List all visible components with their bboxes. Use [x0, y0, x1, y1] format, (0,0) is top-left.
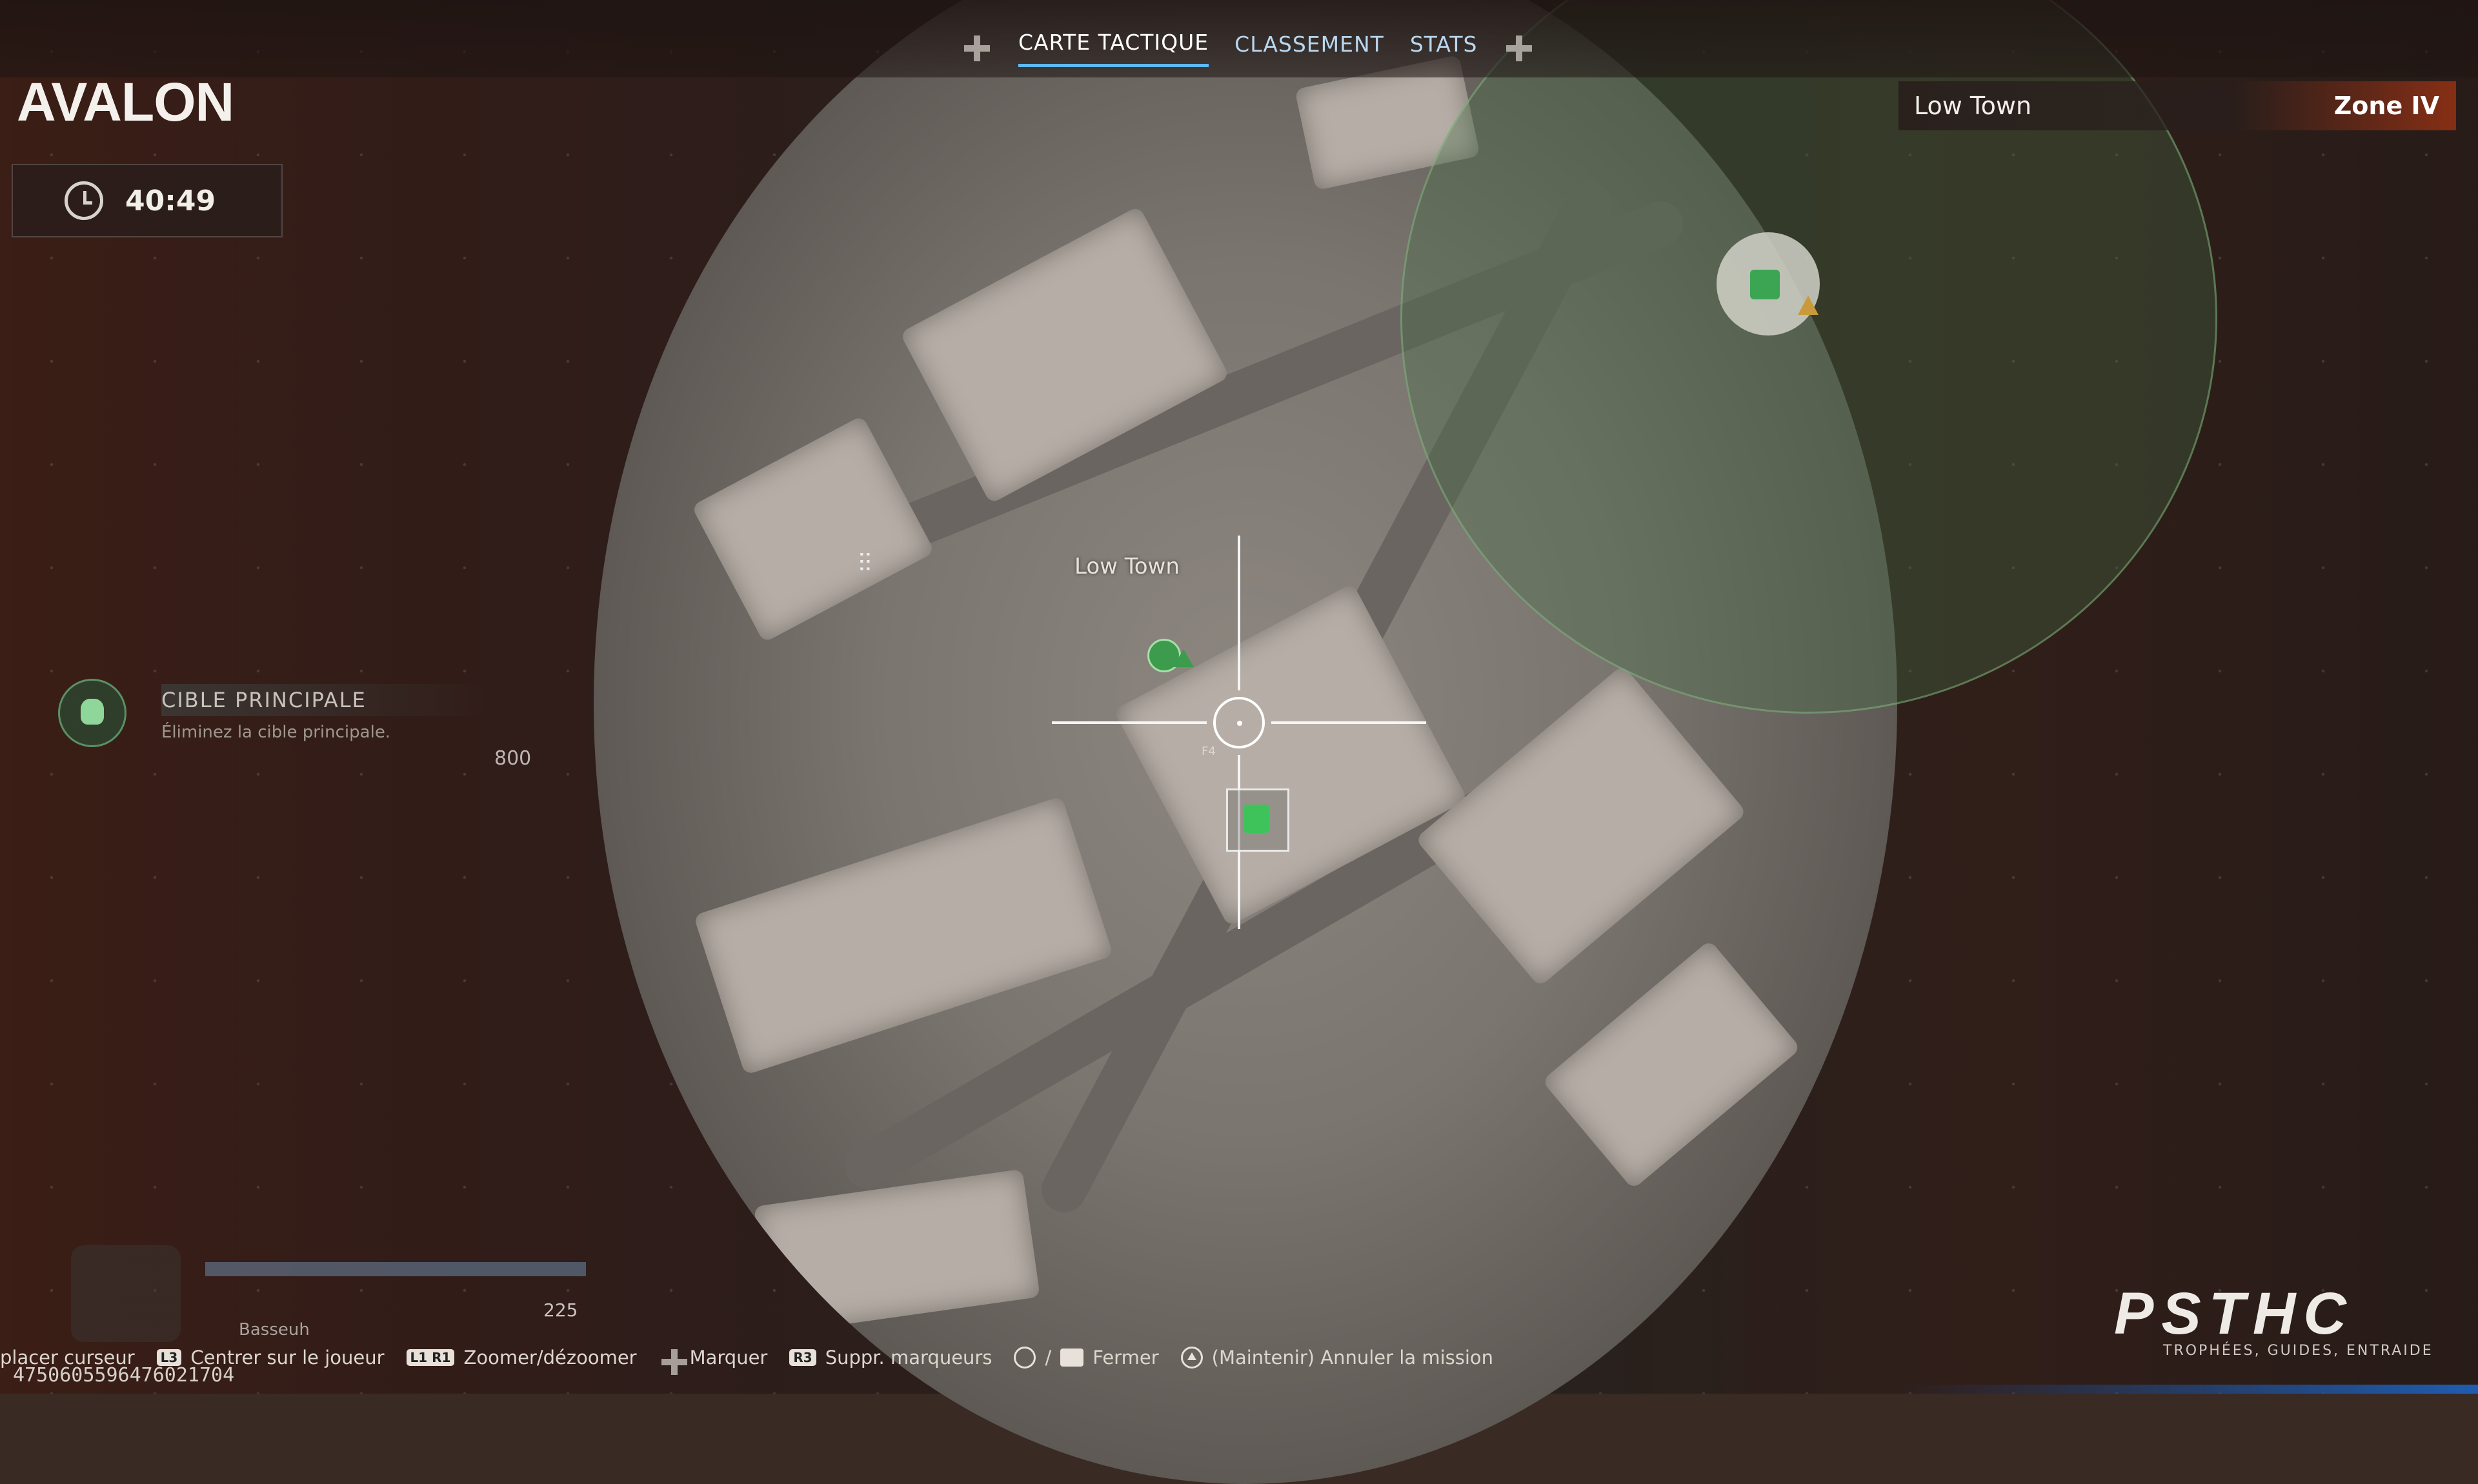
objective-title: CIBLE PRINCIPALE: [161, 684, 497, 716]
ammo-count: 225: [543, 1299, 578, 1321]
mission-timer: 40:49: [12, 164, 283, 237]
map-building: [691, 415, 935, 643]
control-zoom: L1 R1 Zoomer/dézoomer: [406, 1347, 637, 1369]
watermark-logo: PSTHC: [2114, 1281, 2354, 1347]
objective-description: Éliminez la cible principale.: [161, 723, 391, 742]
control-mark: Marquer: [659, 1347, 768, 1375]
map-area-label: Low Town: [1074, 554, 1180, 579]
dpad-icon: [659, 1347, 687, 1375]
watermark: PSTHC TROPHÉES, GUIDES, ENTRAIDE: [2114, 1280, 2433, 1359]
location-area: Low Town: [1914, 92, 2032, 120]
l1-r1-button-icon: L1 R1: [406, 1349, 455, 1366]
player-portrait: [71, 1245, 181, 1342]
crosshair-line: [1052, 721, 1207, 724]
crosshair-line: [1238, 536, 1240, 690]
objective-marker-icon[interactable]: [1226, 788, 1289, 852]
alert-marker-icon[interactable]: [1798, 296, 1818, 315]
dpad-left-icon: [962, 33, 992, 64]
bottom-accent-strip: [1897, 1385, 2478, 1394]
circle-button-icon: [1014, 1347, 1036, 1369]
clock-icon: [65, 181, 103, 220]
objective-points: 800: [494, 747, 532, 770]
tab-bar: CARTE TACTIQUE CLASSEMENT STATS: [962, 30, 1535, 67]
control-separator: /: [1045, 1347, 1052, 1369]
map-building: [1415, 665, 1748, 987]
location-badge: Low Town Zone IV: [1899, 81, 2456, 130]
map-building: [754, 1168, 1040, 1335]
timer-value: 40:49: [125, 184, 216, 217]
tab-classement[interactable]: CLASSEMENT: [1234, 32, 1384, 66]
map-building: [693, 796, 1114, 1076]
grid-label: F4: [1202, 745, 1216, 758]
player-direction-icon: [1173, 649, 1194, 667]
crosshair-icon[interactable]: [1213, 697, 1265, 748]
control-close: / Fermer: [1014, 1347, 1159, 1369]
touchpad-icon: [1060, 1349, 1084, 1367]
ammo-icon[interactable]: ⫶⫶: [858, 548, 871, 578]
location-zone: Zone IV: [2333, 92, 2439, 120]
watermark-tagline: TROPHÉES, GUIDES, ENTRAIDE: [2163, 1343, 2433, 1359]
map-building: [900, 205, 1230, 505]
control-label: Fermer: [1093, 1347, 1159, 1369]
control-clear-markers: R3 Suppr. marqueurs: [789, 1347, 992, 1369]
tab-carte-tactique[interactable]: CARTE TACTIQUE: [1018, 30, 1209, 67]
triangle-button-icon: [1180, 1347, 1203, 1369]
player-name: Basseuh: [239, 1320, 310, 1339]
dpad-right-icon: [1504, 33, 1535, 64]
tab-stats[interactable]: STATS: [1410, 32, 1478, 66]
skull-marker-icon[interactable]: [1750, 270, 1780, 299]
mission-title: AVALON: [17, 72, 234, 132]
health-bar: [205, 1262, 586, 1276]
control-label: (Maintenir) Annuler la mission: [1211, 1347, 1494, 1369]
control-label: Zoomer/dézoomer: [463, 1347, 637, 1369]
map-building: [1542, 939, 1801, 1190]
control-cancel-mission: (Maintenir) Annuler la mission: [1180, 1347, 1494, 1369]
control-label: Marquer: [689, 1347, 768, 1369]
control-label: Suppr. marqueurs: [825, 1347, 992, 1369]
target-skull-icon: [58, 679, 126, 747]
r3-button-icon: R3: [789, 1349, 816, 1366]
session-id: 4750605596476021704: [13, 1364, 235, 1387]
objective-panel: CIBLE PRINCIPALE Éliminez la cible princ…: [58, 671, 531, 770]
crosshair-line: [1271, 721, 1426, 724]
